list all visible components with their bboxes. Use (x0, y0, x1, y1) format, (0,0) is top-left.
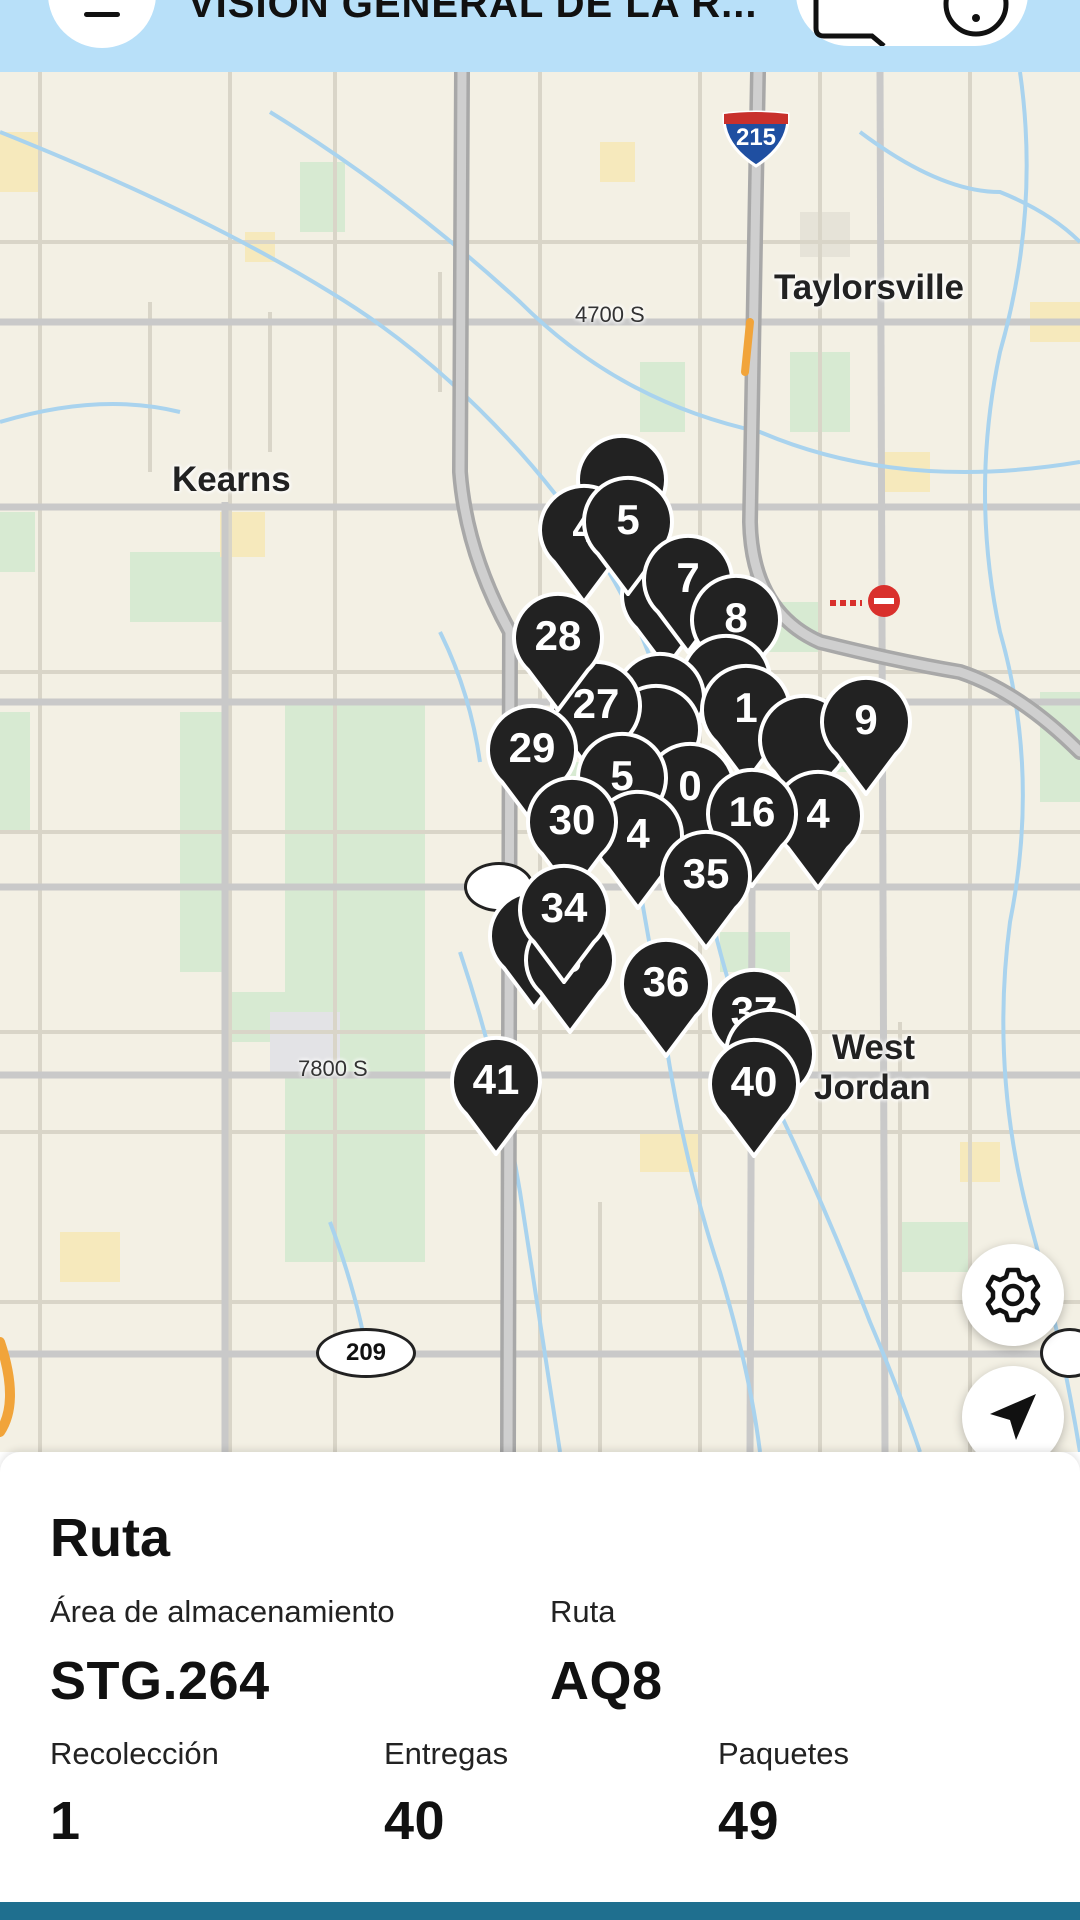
map-settings-button[interactable] (962, 1244, 1064, 1346)
stop-pin-34[interactable]: 34 (516, 862, 612, 984)
city-label: Jordan (814, 1068, 931, 1107)
route-summary-sheet: Ruta Área de almacenamiento STG.264 Ruta… (0, 1452, 1080, 1902)
route-label: Ruta (550, 1594, 616, 1629)
sheet-title: Ruta (50, 1508, 170, 1568)
storage-area-label: Área de almacenamiento (50, 1594, 395, 1629)
interstate-shield: 215 (720, 110, 792, 168)
header-actions (796, 0, 1028, 46)
deliveries-value: 40 (384, 1791, 446, 1851)
menu-button[interactable] (48, 0, 156, 48)
help-icon[interactable] (796, 0, 1028, 46)
packages-label: Paquetes (718, 1736, 849, 1771)
route-map[interactable]: Taylorsville Kearns West Jordan 4700 S 7… (0, 72, 1080, 1452)
stop-pin-9[interactable]: 9 (818, 674, 914, 796)
settings-icon (985, 1267, 1041, 1323)
stop-pin-41[interactable]: 41 (448, 1034, 544, 1156)
city-label: Kearns (172, 460, 291, 499)
state-route-shield: 209 (316, 1328, 416, 1378)
stop-pin-40[interactable]: 40 (706, 1036, 802, 1158)
route-value: AQ8 (550, 1651, 663, 1711)
pickup-label: Recolección (50, 1736, 219, 1771)
packages-value: 49 (718, 1791, 780, 1851)
storage-area-value: STG.264 (50, 1651, 270, 1711)
city-label: Taylorsville (774, 268, 965, 307)
hamburger-menu-icon (84, 12, 120, 17)
stop-pin-35[interactable]: 35 (658, 828, 754, 950)
page-title: VISIÓN GENERAL DE LA R... (188, 0, 758, 26)
deliveries-label: Entregas (384, 1736, 509, 1771)
road-label: 4700 S (575, 302, 645, 327)
bottom-action-bar[interactable] (0, 1902, 1080, 1920)
stop-pin-28[interactable]: 28 (510, 590, 606, 712)
stop-pin-36[interactable]: 36 (618, 936, 714, 1058)
road-label: 7800 S (298, 1056, 368, 1081)
recenter-arrow-icon (990, 1394, 1036, 1440)
interstate-number: 215 (735, 124, 777, 151)
pickup-value: 1 (50, 1791, 81, 1851)
city-label: West (832, 1028, 915, 1067)
app-header: VISIÓN GENERAL DE LA R... (0, 0, 1080, 72)
